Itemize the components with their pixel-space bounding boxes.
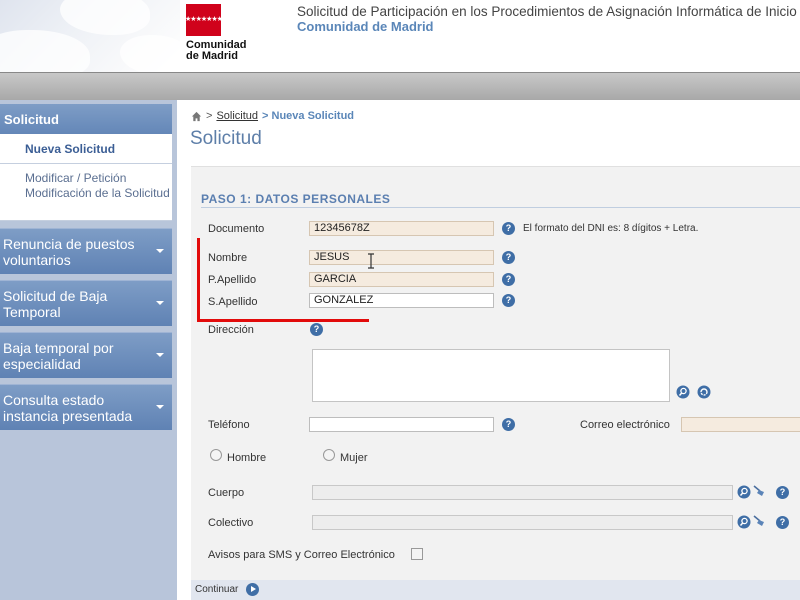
direccion-textarea[interactable] — [312, 349, 670, 402]
segundo-apellido-label: S.Apellido — [208, 296, 258, 308]
breadcrumb-link-solicitud[interactable]: Solicitud — [216, 110, 258, 122]
breadcrumb: > Solicitud > Nueva Solicitud — [191, 110, 354, 122]
correo-label: Correo electrónico — [580, 419, 670, 431]
avisos-label: Avisos para SMS y Correo Electrónico — [208, 549, 395, 561]
primer-apellido-label: P.Apellido — [208, 274, 257, 286]
cuerpo-label: Cuerpo — [208, 487, 245, 499]
help-icon[interactable]: ? — [502, 294, 515, 307]
breadcrumb-separator: > — [206, 110, 213, 122]
help-icon[interactable]: ? — [310, 323, 323, 336]
documento-hint: El formato del DNI es: 8 dígitos + Letra… — [523, 223, 699, 234]
logo-text: Comunidad de Madrid — [186, 40, 266, 62]
mujer-label: Mujer — [340, 452, 368, 464]
sidebar-group-baja-especialidad[interactable]: Baja temporal por especialidad — [0, 332, 172, 378]
documento-field[interactable]: 12345678Z — [309, 221, 494, 236]
mujer-radio[interactable] — [323, 449, 335, 461]
help-icon[interactable]: ? — [776, 516, 789, 529]
hombre-label: Hombre — [227, 452, 267, 464]
sidebar-group-label: Consulta estado instancia presentada — [3, 392, 133, 424]
help-icon[interactable]: ? — [502, 418, 515, 431]
chevron-down-icon — [156, 249, 164, 253]
annotation-bracket-horizontal — [197, 319, 369, 322]
logo-stars: ★★★★★★★ — [185, 16, 223, 23]
sidebar-group-label: Baja temporal por especialidad — [3, 340, 114, 372]
clear-broom-icon[interactable] — [752, 483, 766, 497]
comunidad-madrid-logo[interactable]: ★★★★★★★ Comunidad de Madrid — [185, 4, 266, 68]
sidebar-item-nueva-solicitud[interactable]: Nueva Solicitud — [0, 134, 172, 164]
telefono-field[interactable] — [309, 417, 494, 432]
step-title: PASO 1: DATOS PERSONALES — [201, 192, 391, 206]
continuar-button[interactable]: Continuar — [195, 584, 238, 595]
colectivo-label: Colectivo — [208, 517, 254, 529]
home-icon[interactable] — [191, 111, 202, 122]
search-icon[interactable] — [737, 515, 751, 529]
chevron-down-icon — [156, 353, 164, 357]
nombre-field[interactable]: JESUS — [309, 250, 494, 265]
breadcrumb-current: > Nueva Solicitud — [262, 110, 355, 122]
sidebar-group-label: Solicitud de Baja Temporal — [3, 288, 108, 320]
sidebar-group-baja-temporal[interactable]: Solicitud de Baja Temporal — [0, 280, 172, 326]
sidebar: Solicitud Nueva Solicitud Modificar / Pe… — [0, 100, 177, 600]
search-icon[interactable] — [737, 485, 751, 499]
hombre-radio[interactable] — [210, 449, 222, 461]
annotation-bracket-vertical — [197, 238, 200, 322]
page-title: Solicitud — [190, 128, 262, 149]
segundo-apellido-field[interactable]: GONZALEZ — [309, 293, 494, 308]
sidebar-item-modificar-solicitud[interactable]: Modificar / Petición Modificación de la … — [0, 164, 172, 221]
cuerpo-field[interactable] — [312, 485, 733, 500]
refresh-icon[interactable] — [697, 385, 711, 399]
header-toolbar-strip — [0, 72, 800, 100]
footer-bar: Continuar — [191, 580, 800, 600]
primer-apellido-field[interactable]: GARCIA — [309, 272, 494, 287]
correo-field[interactable] — [681, 417, 800, 432]
app-header: ★★★★★★★ Comunidad de Madrid Solicitud de… — [0, 0, 800, 72]
direccion-label: Dirección — [208, 324, 254, 336]
step-divider — [201, 207, 800, 208]
header-title: Solicitud de Participación en los Proced… — [297, 4, 800, 19]
sidebar-group-renuncia[interactable]: Renuncia de puestos voluntarios — [0, 228, 172, 274]
telefono-label: Teléfono — [208, 419, 250, 431]
header-subtitle: Comunidad de Madrid — [297, 19, 434, 34]
logo-text-line2: de Madrid — [186, 50, 238, 62]
colectivo-field[interactable] — [312, 515, 733, 530]
search-icon[interactable] — [676, 385, 690, 399]
form-panel: PASO 1: DATOS PERSONALES Documento 12345… — [191, 166, 800, 600]
text-cursor-icon — [368, 253, 374, 269]
arrow-right-icon[interactable] — [246, 583, 259, 596]
nombre-label: Nombre — [208, 252, 248, 264]
chevron-down-icon — [156, 301, 164, 305]
help-icon[interactable]: ? — [502, 273, 515, 286]
help-icon[interactable]: ? — [502, 251, 515, 264]
sidebar-group-label: Renuncia de puestos voluntarios — [3, 236, 135, 268]
sidebar-group-consulta-estado[interactable]: Consulta estado instancia presentada — [0, 384, 172, 430]
help-icon[interactable]: ? — [776, 486, 789, 499]
help-icon[interactable]: ? — [502, 222, 515, 235]
clear-broom-icon[interactable] — [752, 513, 766, 527]
avisos-checkbox[interactable] — [411, 548, 423, 560]
chevron-down-icon — [156, 405, 164, 409]
documento-label: Documento — [208, 223, 265, 235]
sidebar-section-solicitud[interactable]: Solicitud — [0, 104, 172, 134]
madrid-flag-icon: ★★★★★★★ — [185, 4, 223, 36]
header-banner-art — [0, 0, 180, 72]
